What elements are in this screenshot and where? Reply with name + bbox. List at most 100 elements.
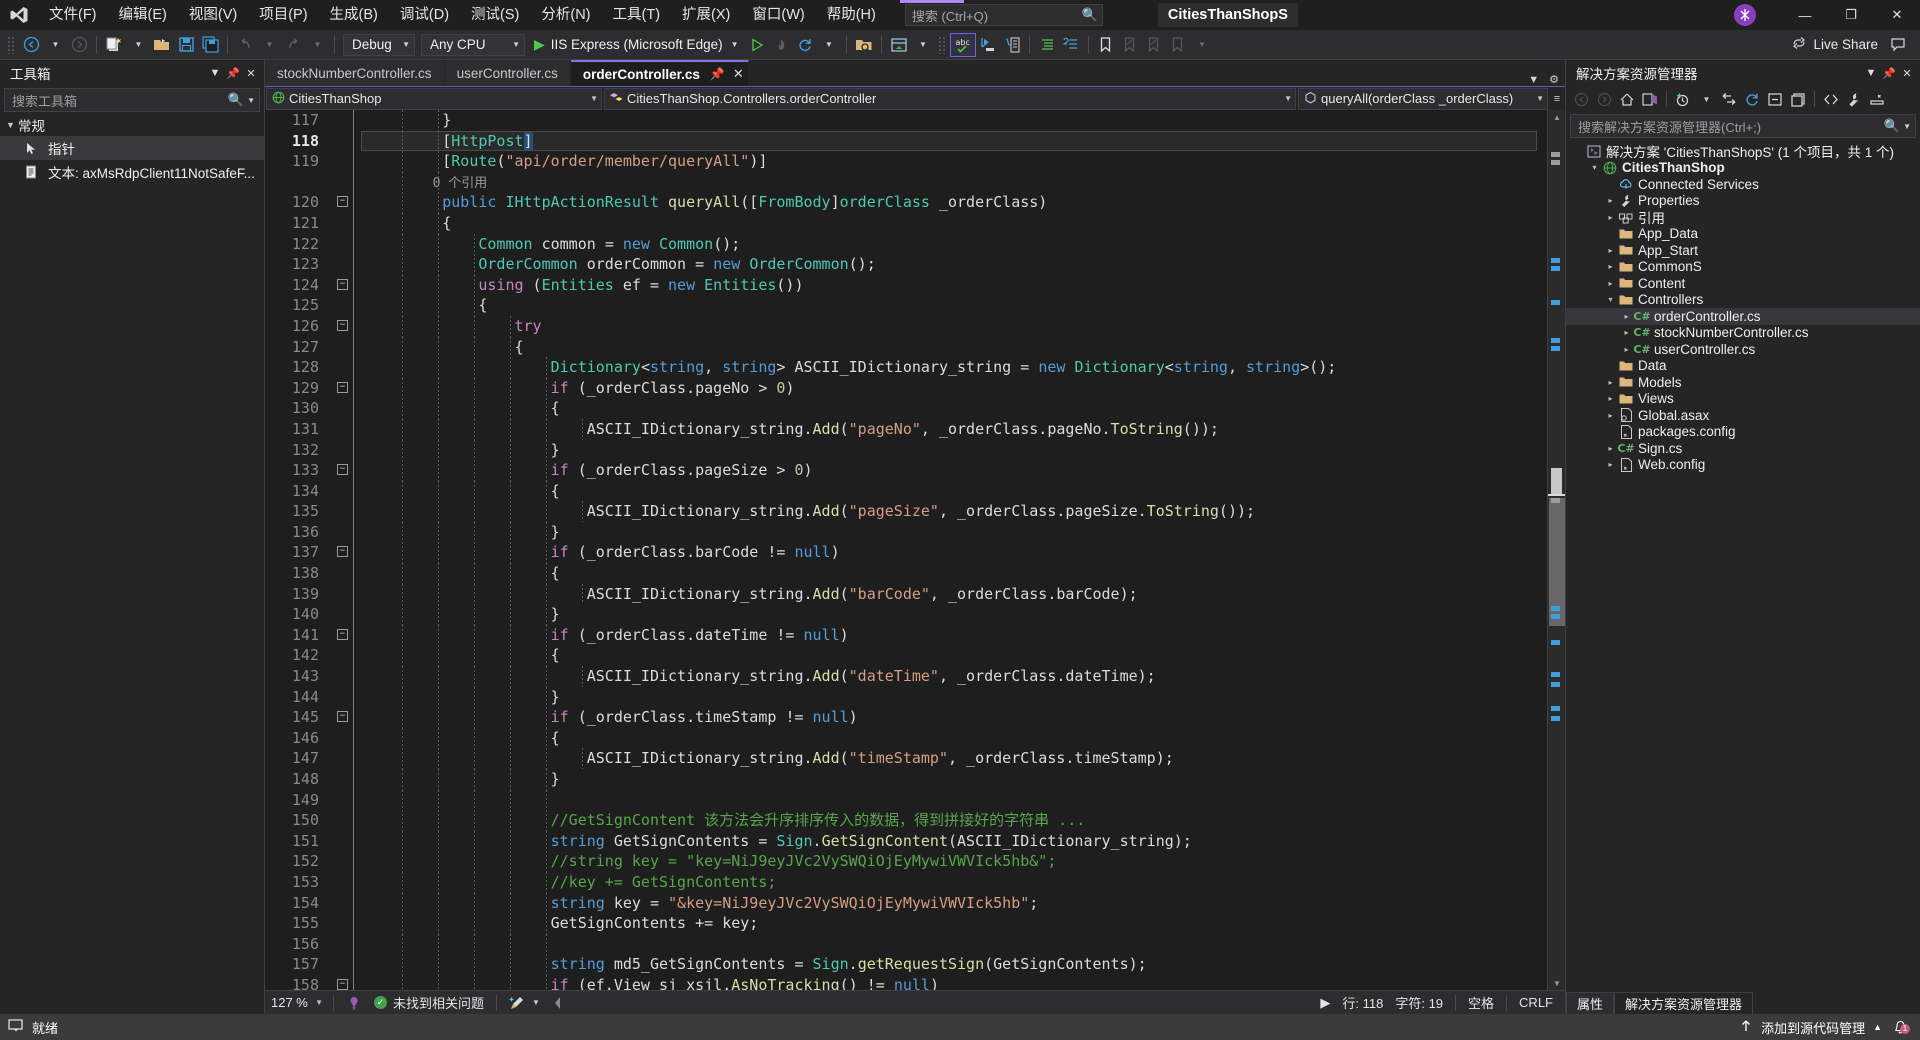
zoom-level-combo[interactable]: 127 % ▼ xyxy=(265,995,327,1010)
triangle-right-icon[interactable]: ▸ xyxy=(1604,378,1617,387)
scroll-down-arrow-icon[interactable]: ▼ xyxy=(1552,979,1562,988)
toolbar-overflow-icon[interactable]: ▼ xyxy=(1190,33,1214,57)
navbar-member-combo[interactable]: queryAll(orderClass _orderClass) ▼ xyxy=(1298,87,1548,110)
fold-toggle-icon[interactable]: − xyxy=(337,711,348,723)
code-line[interactable]: 149 xyxy=(265,789,1547,811)
toolbox-search-input[interactable]: 搜索工具箱 🔍 ▼ xyxy=(4,88,260,112)
redo-icon[interactable] xyxy=(281,33,305,57)
code-line[interactable]: 151 string GetSignContents = Sign.GetSig… xyxy=(265,830,1547,852)
code-line[interactable]: 132 } xyxy=(265,439,1547,461)
triangle-right-icon[interactable]: ▸ xyxy=(1620,345,1633,354)
tree-node[interactable]: ▾ Controllers xyxy=(1566,292,1920,309)
code-line[interactable]: 122 Common common = new Common(); xyxy=(265,233,1547,255)
code-line[interactable]: 118 [HttpPost] xyxy=(265,130,1547,152)
code-line[interactable]: 144 } xyxy=(265,686,1547,708)
triangle-right-icon[interactable]: ▸ xyxy=(1604,411,1617,420)
abc-spellcheck-icon[interactable]: abc xyxy=(949,32,976,57)
tree-node[interactable]: ▸ App_Start xyxy=(1566,242,1920,259)
menu-window[interactable]: 窗口(W) xyxy=(741,0,815,30)
fold-toggle-icon[interactable]: − xyxy=(337,546,348,558)
code-line[interactable]: 125 { xyxy=(265,295,1547,316)
minimize-button[interactable]: — xyxy=(1782,0,1828,30)
preview-selected-items-icon[interactable] xyxy=(1866,88,1888,110)
code-editor[interactable]: 117 } 118 [HttpPost] 119 [Route("api/order… xyxy=(265,110,1565,990)
navigate-forward-icon[interactable] xyxy=(67,33,91,57)
pin-icon[interactable]: 📌 xyxy=(710,67,725,81)
send-feedback-icon[interactable] xyxy=(1886,36,1920,53)
save-all-icon[interactable] xyxy=(198,33,222,57)
toolbox-item-text[interactable]: 文本: axMsRdpClient11NotSafeF... xyxy=(0,160,264,184)
code-line[interactable]: 124 − using (Entities ef = new Entities()… xyxy=(265,274,1547,296)
solution-configuration-combo[interactable]: Debug ▼ xyxy=(343,33,415,56)
split-view-icon[interactable]: ≡ xyxy=(1549,93,1565,105)
doc-status-expand-icon[interactable]: ▶ xyxy=(1314,995,1336,1011)
next-bookmark-icon[interactable] xyxy=(1142,33,1166,57)
code-line[interactable]: 117 } xyxy=(265,110,1547,131)
tree-node[interactable]: ▸ Views xyxy=(1566,391,1920,408)
triangle-down-icon[interactable]: ▾ xyxy=(1588,163,1601,172)
scroll-up-arrow-icon[interactable]: ▲ xyxy=(1552,113,1562,122)
code-line[interactable]: 140 } xyxy=(265,604,1547,625)
code-line[interactable]: 0 个引用 xyxy=(265,171,1547,193)
code-line[interactable]: 145 − if (_orderClass.timeStamp != null) xyxy=(265,707,1547,728)
code-line[interactable]: 127 { xyxy=(265,336,1547,358)
triangle-right-icon[interactable]: ▸ xyxy=(1620,312,1633,321)
tree-node[interactable]: Data xyxy=(1566,358,1920,375)
close-button[interactable]: ✕ xyxy=(1874,0,1920,30)
undo-dropdown[interactable]: ▼ xyxy=(257,33,281,57)
pending-changes-filter-icon[interactable] xyxy=(1672,88,1694,110)
code-line[interactable]: 154 string key = "&key=NiJ9eyJVc2VySWQiO… xyxy=(265,892,1547,914)
menu-tools[interactable]: 工具(T) xyxy=(602,0,672,30)
maximize-button[interactable]: ❐ xyxy=(1828,0,1874,30)
code-line[interactable]: 121 { xyxy=(265,212,1547,234)
open-folder-icon[interactable] xyxy=(150,33,174,57)
code-line[interactable]: 119 [Route("api/order/member/queryAll")] xyxy=(265,151,1547,172)
find-in-files-icon[interactable] xyxy=(852,33,876,57)
refresh-icon[interactable] xyxy=(1741,88,1763,110)
triangle-right-icon[interactable]: ▸ xyxy=(1604,213,1617,222)
code-line[interactable]: 155 GetSignContents += key; xyxy=(265,913,1547,934)
view-code-icon[interactable] xyxy=(1820,88,1842,110)
fold-toggle-icon[interactable]: − xyxy=(337,319,348,331)
code-line[interactable]: 136 } xyxy=(265,521,1547,543)
refresh-icon[interactable] xyxy=(793,33,817,57)
notifications-bell-icon[interactable]: 1 xyxy=(1890,1020,1910,1035)
code-line[interactable]: 126 − try xyxy=(265,315,1547,337)
triangle-down-icon[interactable]: ▾ xyxy=(1604,295,1617,304)
code-text-area[interactable]: 117 } 118 [HttpPost] 119 [Route("api/order… xyxy=(265,110,1547,990)
navigate-back-dropdown[interactable]: ▼ xyxy=(43,33,67,57)
back-icon[interactable] xyxy=(1570,88,1592,110)
code-line[interactable]: 137 − if (_orderClass.barCode != null) xyxy=(265,542,1547,564)
close-icon[interactable]: ✕ xyxy=(242,63,260,83)
code-line[interactable]: 120 − public IHttpActionResult queryAll([… xyxy=(265,192,1547,213)
code-line[interactable]: 150 //GetSignContent 该方法会升序排序传入的数据，得到拼接好… xyxy=(265,810,1547,831)
code-lines[interactable]: 117 } 118 [HttpPost] 119 [Route("api/order… xyxy=(265,110,1547,990)
navbar-project-combo[interactable]: CitiesThanShop ▼ xyxy=(266,87,602,110)
redo-dropdown[interactable]: ▼ xyxy=(305,33,329,57)
triangle-right-icon[interactable]: ▸ xyxy=(1604,196,1617,205)
pin-icon[interactable]: 📌 xyxy=(1880,63,1898,83)
navigate-back-icon[interactable] xyxy=(19,33,43,57)
tree-node[interactable]: ▸ Global.asax xyxy=(1566,407,1920,424)
triangle-right-icon[interactable]: ▸ xyxy=(1604,444,1617,453)
menu-help[interactable]: 帮助(H) xyxy=(816,0,887,30)
chevron-down-icon[interactable]: ▼ xyxy=(1695,88,1717,110)
previous-bookmark-icon[interactable] xyxy=(1118,33,1142,57)
fold-toggle-icon[interactable]: − xyxy=(337,278,348,290)
tree-node[interactable]: ▸ C# Sign.cs xyxy=(1566,440,1920,457)
sync-with-active-document-icon[interactable] xyxy=(1639,88,1661,110)
tree-node[interactable]: ▸ 引用 xyxy=(1566,209,1920,226)
start-without-debugging-icon[interactable] xyxy=(745,33,769,57)
indentation-label[interactable]: 空格 xyxy=(1462,993,1500,1012)
fold-toggle-icon[interactable]: − xyxy=(337,196,348,208)
tree-node[interactable]: ▸ Models xyxy=(1566,374,1920,391)
chevron-down-icon[interactable]: ▼ xyxy=(206,63,224,83)
add-to-source-control-label[interactable]: 添加到源代码管理 xyxy=(1761,1018,1865,1037)
code-line[interactable]: 156 xyxy=(265,933,1547,955)
solution-platform-combo[interactable]: Any CPU ▼ xyxy=(421,33,525,56)
code-line[interactable]: 134 { xyxy=(265,480,1547,502)
triangle-right-icon[interactable]: ▸ xyxy=(1604,279,1617,288)
fold-toggle-icon[interactable]: − xyxy=(337,381,348,393)
toolbox-group-general[interactable]: ▼ 常规 xyxy=(0,114,264,136)
hot-reload-icon[interactable] xyxy=(769,33,793,57)
